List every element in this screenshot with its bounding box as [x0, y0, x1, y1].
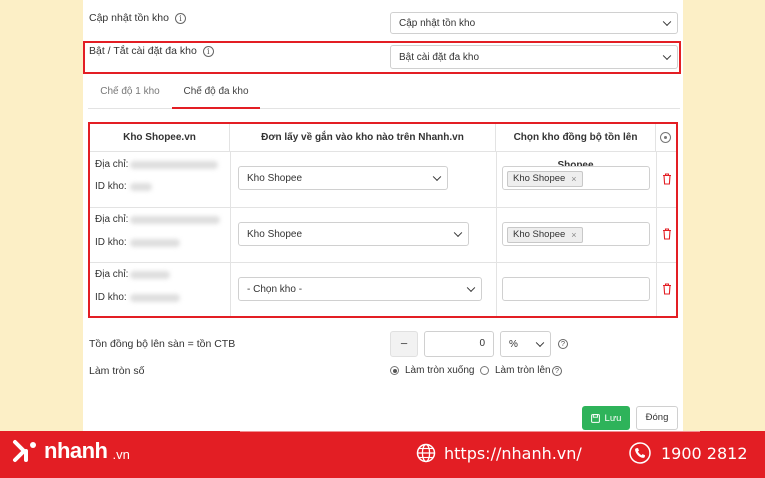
chevron-down-icon: [453, 228, 463, 238]
help-icon[interactable]: ?: [558, 339, 568, 349]
brand-name: nhanh: [44, 438, 108, 463]
unit-select[interactable]: %: [500, 331, 551, 357]
floppy-disk-icon: [590, 413, 600, 423]
address-label: Địa chỉ:: [95, 214, 129, 225]
warehouse-select[interactable]: Kho Shopee: [238, 166, 448, 190]
redacted-id: [130, 239, 180, 247]
multi-warehouse-select[interactable]: Bật cài đặt đa kho: [390, 45, 678, 69]
row-divider: [90, 207, 676, 208]
save-button-label: Lưu: [604, 412, 622, 424]
warehouse-select-value: - Chọn kho -: [247, 283, 303, 295]
id-label: ID kho:: [95, 181, 127, 192]
column-divider: [656, 152, 657, 316]
column-header-shopee: Kho Shopee.vn: [90, 124, 230, 152]
address-label: Địa chỉ:: [95, 269, 129, 280]
warehouse-select-value: Kho Shopee: [247, 172, 303, 184]
close-icon[interactable]: ×: [571, 228, 576, 242]
sync-warehouse-tag-label: Kho Shopee: [513, 173, 566, 184]
sync-warehouse-tag: Kho Shopee ×: [507, 227, 583, 243]
trash-icon[interactable]: [662, 173, 672, 185]
trash-icon[interactable]: [662, 283, 672, 295]
round-up-radio[interactable]: [480, 366, 489, 375]
chevron-down-icon: [432, 172, 442, 182]
sync-warehouse-input[interactable]: Kho Shopee ×: [502, 166, 650, 190]
round-up-label: Làm tròn lên: [495, 365, 551, 376]
tab-multi-warehouse[interactable]: Chế độ đa kho: [172, 79, 260, 109]
column-header-settings: [656, 124, 676, 152]
unit-select-value: %: [509, 338, 518, 350]
multi-warehouse-label: Bật / Tắt cài đặt đa kho: [89, 45, 197, 57]
sync-warehouse-input[interactable]: Kho Shopee ×: [502, 222, 650, 246]
nhanh-logo: nhanh .vn: [12, 436, 130, 466]
column-divider: [230, 152, 231, 316]
redacted-id: [130, 294, 180, 302]
id-label: ID kho:: [95, 292, 127, 303]
round-down-radio[interactable]: [390, 366, 399, 375]
logo-mark-icon: [13, 440, 36, 462]
stock-update-select-value: Cập nhật tồn kho: [399, 17, 476, 29]
decrement-button[interactable]: −: [390, 331, 418, 357]
id-label: ID kho:: [95, 237, 127, 248]
column-divider: [496, 152, 497, 316]
close-icon[interactable]: ×: [571, 172, 576, 186]
footer-divider: [240, 431, 700, 432]
redacted-address: [130, 216, 220, 224]
help-icon[interactable]: ?: [552, 366, 562, 376]
phone-icon: [629, 442, 651, 464]
column-header-sync: Chọn kho đồng bộ tồn lên Shopee: [496, 124, 656, 171]
chevron-down-icon: [662, 51, 672, 61]
stock-update-row: Cập nhật tồn kho i: [89, 12, 186, 24]
stock-update-select[interactable]: Cập nhật tồn kho: [390, 12, 678, 34]
gear-icon[interactable]: [660, 132, 671, 143]
address-label: Địa chỉ:: [95, 159, 129, 170]
chevron-down-icon: [535, 338, 545, 348]
website-url[interactable]: https://nhanh.vn/: [444, 444, 582, 463]
sync-warehouse-tag: Kho Shopee ×: [507, 171, 583, 187]
close-button[interactable]: Đóng: [636, 406, 678, 430]
multi-warehouse-select-value: Bật cài đặt đa kho: [399, 51, 480, 63]
hotline-number[interactable]: 1900 2812: [661, 444, 748, 463]
globe-icon: [416, 443, 436, 463]
sync-formula-label: Tồn đồng bộ lên sàn = tồn CTB: [89, 338, 236, 350]
brand-suffix: .vn: [112, 446, 130, 462]
warehouse-select[interactable]: Kho Shopee: [238, 222, 469, 246]
redacted-id: [130, 183, 152, 191]
rounding-label: Làm tròn số: [89, 365, 145, 377]
warehouse-select-value: Kho Shopee: [247, 228, 303, 240]
info-icon: i: [174, 12, 186, 24]
tab-single-warehouse[interactable]: Chế độ 1 kho: [88, 79, 172, 109]
chevron-down-icon: [662, 17, 672, 27]
column-header-nhanh: Đơn lấy về gắn vào kho nào trên Nhanh.vn: [230, 124, 496, 152]
info-icon: i: [202, 45, 214, 57]
stock-update-label: Cập nhật tồn kho: [89, 12, 169, 24]
warehouse-select[interactable]: - Chọn kho -: [238, 277, 482, 301]
multi-warehouse-row: Bật / Tắt cài đặt đa kho i: [89, 45, 214, 57]
warehouse-table: Kho Shopee.vn Đơn lấy về gắn vào kho nào…: [88, 122, 678, 318]
save-button[interactable]: Lưu: [582, 406, 630, 430]
sync-percent-input[interactable]: 0: [424, 331, 494, 357]
redacted-address: [130, 161, 218, 169]
chevron-down-icon: [466, 283, 476, 293]
trash-icon[interactable]: [662, 228, 672, 240]
mode-tabs: Chế độ 1 kho Chế độ đa kho: [88, 79, 680, 109]
sync-warehouse-input[interactable]: [502, 277, 650, 301]
row-divider: [90, 262, 676, 263]
sync-warehouse-tag-label: Kho Shopee: [513, 229, 566, 240]
redacted-address: [130, 271, 170, 279]
round-down-label: Làm tròn xuống: [405, 365, 475, 376]
